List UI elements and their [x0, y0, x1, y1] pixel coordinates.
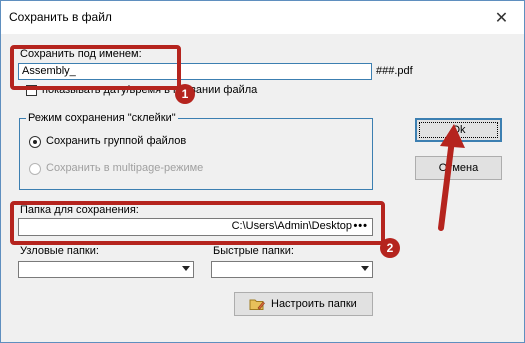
- annotation-arrow: [438, 124, 465, 231]
